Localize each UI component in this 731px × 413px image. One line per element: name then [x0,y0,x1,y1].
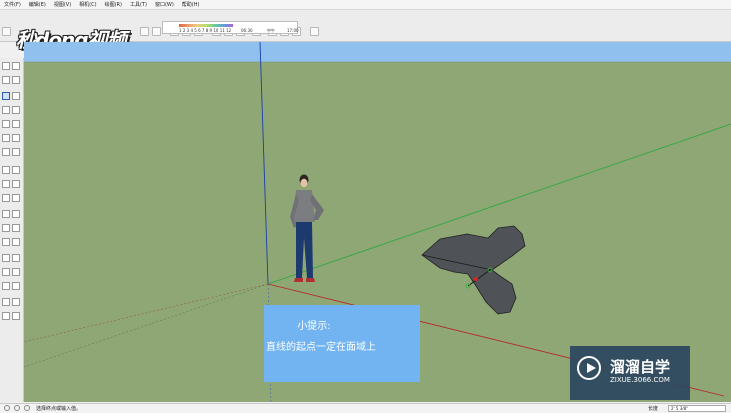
select-icon[interactable] [2,62,10,70]
position-camera-icon[interactable] [2,298,10,306]
menu-file[interactable]: 文件(F) [0,1,25,8]
text-tool-icon[interactable] [12,224,20,232]
rotate-tool-icon[interactable] [2,180,10,188]
month-numbers: 1 2 3 4 5 6 7 8 9 10 11 12 [179,28,232,33]
info-icon[interactable] [4,405,10,411]
time-mid: 中午 [267,28,275,33]
arc-icon[interactable] [2,134,10,142]
make-component-icon[interactable] [12,62,20,70]
eraser-icon[interactable] [12,76,20,84]
month-gradient [179,24,233,27]
ruby-icon[interactable] [310,27,319,36]
zoom-tool-icon[interactable] [2,268,10,276]
rotated-rectangle-icon[interactable] [12,106,20,114]
orbit-tool-icon[interactable] [2,254,10,262]
main-toolbar: 秒dong视频 1 2 3 4 5 6 7 8 9 10 11 12 06:30… [0,10,731,52]
axes-icon[interactable] [2,238,10,246]
menu-tools[interactable]: 工具(T) [126,1,151,8]
polygon-icon[interactable] [12,120,20,128]
tip-box: 小提示: 直线的起点一定在面域上 [264,305,420,382]
tip-title: 小提示: [297,321,331,332]
geo-location-icon[interactable] [14,405,20,411]
menu-camera[interactable]: 相机(C) [75,1,100,8]
follow-me-icon[interactable] [12,180,20,188]
freehand-icon[interactable] [12,92,20,100]
previous-view-icon[interactable] [12,282,20,290]
3d-text-icon[interactable] [12,238,20,246]
walk-icon[interactable] [2,312,10,320]
two-point-arc-icon[interactable] [12,134,20,142]
protractor-icon[interactable] [2,224,10,232]
time-start: 06:30 [241,28,253,33]
paint-bucket-icon[interactable] [2,76,10,84]
brand-title: 溜溜自学 [610,358,671,376]
offset-icon[interactable] [12,194,20,202]
menu-window[interactable]: 窗口(W) [151,1,178,8]
three-point-arc-icon[interactable] [2,148,10,156]
menu-edit[interactable]: 编辑(E) [25,1,50,8]
push-pull-icon[interactable] [12,166,20,174]
shadow-settings-bar[interactable]: 1 2 3 4 5 6 7 8 9 10 11 12 06:30 中午 17:0… [162,21,299,34]
line-icon[interactable] [2,92,10,100]
component-icon[interactable] [152,27,161,36]
brand-url: ZIXUE.3066.COM [610,376,670,384]
menu-help[interactable]: 帮助(H) [178,1,204,8]
time-end: 17:00 [287,28,299,33]
rectangle-icon[interactable] [2,106,10,114]
menu-bar: 文件(F) 编辑(E) 视图(V) 相机(C) 绘图(R) 工具(T) 窗口(W… [0,0,731,10]
menu-view[interactable]: 视图(V) [50,1,75,8]
select-tool-icon[interactable] [2,27,11,36]
pie-icon[interactable] [12,148,20,156]
play-triangle [587,363,596,373]
status-hint: 选择终点或输入值。 [36,406,82,412]
line-start-point [474,277,478,281]
tape-measure-icon[interactable] [2,210,10,218]
length-label: 长度 [648,406,659,412]
tools-palette [0,58,24,402]
circle-icon[interactable] [2,120,10,128]
sky [24,42,731,62]
zoom-extents-tool-icon[interactable] [2,282,10,290]
move-icon[interactable] [2,166,10,174]
dimension-icon[interactable] [12,210,20,218]
brand-logo-badge: 溜溜自学 ZIXUE.3066.COM [570,346,690,400]
section-plane-icon[interactable] [12,312,20,320]
pan-tool-icon[interactable] [12,254,20,262]
rotate-icon[interactable] [140,27,149,36]
length-input[interactable]: 2' 5 3/8" [668,405,726,412]
tip-body: 直线的起点一定在面域上 [266,342,376,353]
zoom-window-icon[interactable] [12,268,20,276]
scale-icon[interactable] [2,194,10,202]
menu-draw[interactable]: 绘图(R) [101,1,126,8]
look-around-icon[interactable] [12,298,20,306]
play-icon [577,356,601,380]
credits-icon[interactable] [24,405,30,411]
